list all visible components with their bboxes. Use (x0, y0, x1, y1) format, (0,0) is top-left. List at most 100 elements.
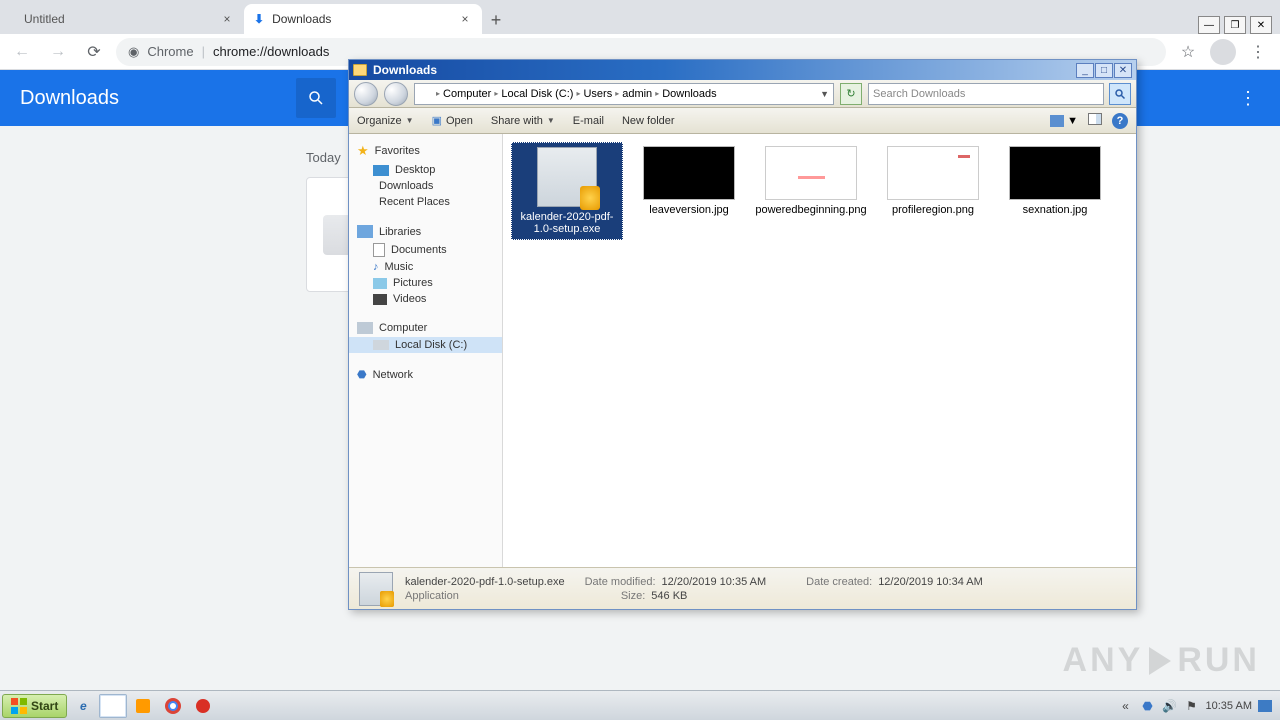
windows-logo-icon (11, 698, 27, 714)
details-date-created: 12/20/2019 10:34 AM (878, 576, 983, 588)
search-go-button[interactable] (1109, 83, 1131, 105)
nav-item-pictures[interactable]: Pictures (349, 275, 502, 291)
new-folder-button[interactable]: New folder (622, 115, 675, 127)
forward-button[interactable] (384, 82, 408, 106)
nav-group-computer[interactable]: Computer (349, 319, 502, 337)
back-button[interactable]: ← (8, 38, 36, 66)
chrome-tab[interactable]: Untitled × (6, 4, 244, 34)
close-icon[interactable]: × (220, 12, 234, 26)
explorer-body: ★Favorites Desktop Downloads Recent Plac… (349, 134, 1136, 567)
music-icon: ♪ (373, 261, 379, 273)
nav-item-desktop[interactable]: Desktop (349, 162, 502, 178)
help-button[interactable]: ? (1112, 113, 1128, 129)
libraries-icon (357, 225, 373, 238)
taskbar-item-app[interactable] (189, 694, 217, 718)
breadcrumb-label[interactable]: Computer (443, 88, 491, 100)
breadcrumb: ▸Local Disk (C:) (494, 88, 573, 100)
maximize-button[interactable]: ❐ (1224, 16, 1246, 34)
back-button[interactable] (354, 82, 378, 106)
bookmark-star-icon[interactable]: ☆ (1174, 38, 1202, 66)
chrome-tab-active[interactable]: ⬇ Downloads × (244, 4, 482, 34)
email-button[interactable]: E-mail (573, 115, 604, 127)
nav-item-localdisk[interactable]: Local Disk (C:) (349, 337, 502, 353)
profile-icon[interactable] (1210, 39, 1236, 65)
file-tile[interactable]: poweredbeginning.png (755, 142, 867, 240)
system-tray: « ⬣ 🔊 ⚑ 10:35 AM (1118, 698, 1278, 714)
close-icon[interactable]: × (458, 12, 472, 26)
breadcrumb: ▸Users (576, 88, 612, 100)
breadcrumb-label[interactable]: Users (583, 88, 612, 100)
close-button[interactable]: ✕ (1114, 63, 1132, 78)
file-tile[interactable]: profileregion.png (877, 142, 989, 240)
file-tile[interactable]: kalender-2020-pdf-1.0-setup.exe (511, 142, 623, 240)
tray-icon[interactable]: ⬣ (1140, 698, 1156, 714)
show-desktop-button[interactable] (1258, 700, 1272, 712)
start-button[interactable]: Start (2, 694, 67, 718)
explorer-window: Downloads _ □ ✕ ▸Computer ▸Local Disk (C… (348, 59, 1137, 610)
window-controls: — ❐ ✕ (1198, 16, 1280, 34)
titlebar[interactable]: Downloads _ □ ✕ (349, 60, 1136, 80)
details-type: Application (405, 590, 459, 602)
close-button[interactable]: ✕ (1250, 16, 1272, 34)
open-button[interactable]: ▣Open (432, 114, 473, 127)
volume-icon[interactable]: 🔊 (1162, 698, 1178, 714)
preview-pane-button[interactable] (1088, 113, 1102, 128)
taskbar: Start e « ⬣ 🔊 ⚑ 10:35 AM (0, 690, 1280, 720)
shield-icon (196, 699, 210, 713)
view-menu[interactable]: ▼ (1050, 115, 1078, 127)
file-tile[interactable]: leaveversion.jpg (633, 142, 745, 240)
breadcrumb-label[interactable]: Downloads (662, 88, 716, 100)
details-pane: kalender-2020-pdf-1.0-setup.exe Date mod… (349, 567, 1136, 609)
taskbar-item-explorer[interactable] (99, 694, 127, 718)
share-menu[interactable]: Share with▼ (491, 115, 555, 127)
search-input[interactable]: Search Downloads (868, 83, 1104, 105)
image-thumbnail (765, 146, 857, 200)
details-date-modified: 12/20/2019 10:35 AM (662, 576, 767, 588)
show-hidden-icons-button[interactable]: « (1118, 698, 1134, 714)
file-tile[interactable]: sexnation.jpg (999, 142, 1111, 240)
organize-menu[interactable]: Organize▼ (357, 115, 414, 127)
breadcrumb-label[interactable]: Local Disk (C:) (501, 88, 573, 100)
nav-item-recent[interactable]: Recent Places (349, 194, 502, 210)
play-icon (1149, 647, 1171, 675)
taskbar-item-chrome[interactable] (159, 694, 187, 718)
watermark-text: RUN (1177, 641, 1260, 680)
breadcrumb-bar[interactable]: ▸Computer ▸Local Disk (C:) ▸Users ▸admin… (414, 83, 834, 105)
window-controls: _ □ ✕ (1076, 63, 1132, 78)
clock[interactable]: 10:35 AM (1206, 700, 1252, 712)
breadcrumb-label[interactable]: admin (622, 88, 652, 100)
flag-icon[interactable]: ⚑ (1184, 698, 1200, 714)
image-thumbnail (643, 146, 735, 200)
forward-button[interactable]: → (44, 38, 72, 66)
folder-icon (353, 64, 367, 76)
search-button[interactable] (296, 78, 336, 118)
chevron-down-icon[interactable]: ▼ (820, 89, 829, 99)
watermark: ANY RUN (1063, 641, 1260, 680)
nav-item-music[interactable]: ♪Music (349, 259, 502, 275)
taskbar-item-media[interactable] (129, 694, 157, 718)
nav-item-downloads[interactable]: Downloads (349, 178, 502, 194)
nav-item-documents[interactable]: Documents (349, 241, 502, 259)
download-icon: ⬇ (254, 12, 264, 26)
open-icon: ▣ (432, 114, 442, 127)
installer-icon (537, 147, 597, 207)
nav-group-libraries[interactable]: Libraries (349, 222, 502, 241)
minimize-button[interactable]: — (1198, 16, 1220, 34)
chrome-tabstrip: Untitled × ⬇ Downloads × + — ❐ ✕ (0, 0, 1280, 34)
minimize-button[interactable]: _ (1076, 63, 1094, 78)
taskbar-item-ie[interactable]: e (69, 694, 97, 718)
nav-group-favorites[interactable]: ★Favorites (349, 140, 502, 162)
nav-group-network[interactable]: ⬣Network (349, 365, 502, 384)
new-tab-button[interactable]: + (482, 6, 510, 34)
toolbar: Organize▼ ▣Open Share with▼ E-mail New f… (349, 108, 1136, 134)
reload-button[interactable]: ⟳ (80, 38, 108, 66)
drive-icon (373, 340, 389, 350)
maximize-button[interactable]: □ (1095, 63, 1113, 78)
breadcrumb: ▸Computer (436, 88, 491, 100)
nav-item-videos[interactable]: Videos (349, 291, 502, 307)
refresh-button[interactable]: ↻ (840, 83, 862, 105)
file-list[interactable]: kalender-2020-pdf-1.0-setup.exe leavever… (503, 134, 1136, 567)
label: Date modified: (585, 576, 656, 588)
page-menu-button[interactable]: ⋮ (1236, 86, 1260, 110)
chrome-menu-button[interactable]: ⋮ (1244, 38, 1272, 66)
